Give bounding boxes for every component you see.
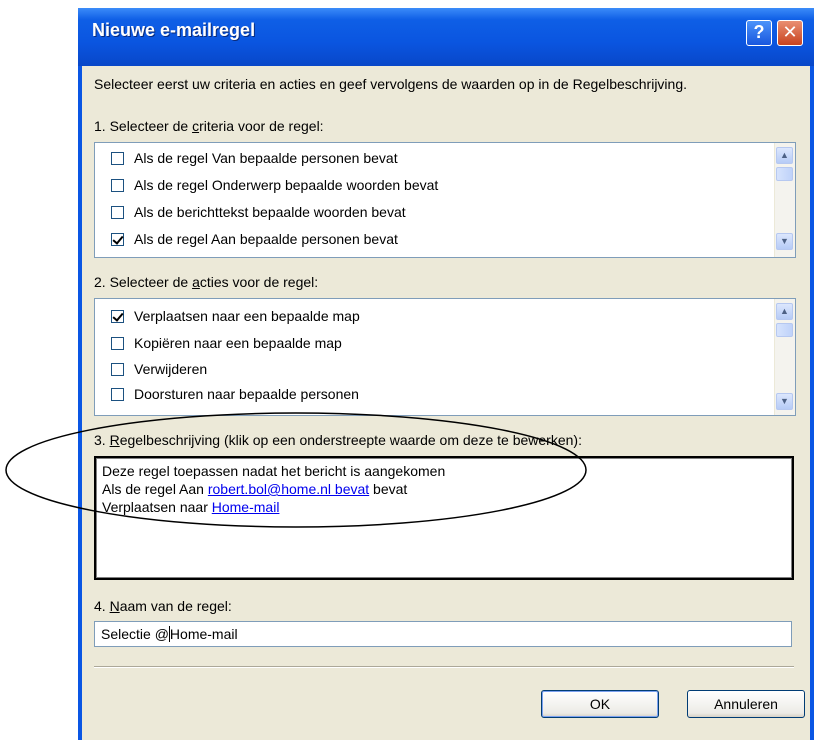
actions-checkbox-2[interactable] <box>111 362 124 376</box>
description-label-accel: R <box>109 432 120 448</box>
description-label-post: egelbeschrijving (klik op een onderstree… <box>119 432 582 448</box>
criteria-checkbox-2[interactable] <box>111 205 124 219</box>
description-line-3: Verplaatsen naar Home-mail <box>102 498 786 516</box>
description-line-2: Als de regel Aan robert.bol@home.nl beva… <box>102 480 786 498</box>
actions-label-accel: a <box>192 274 200 290</box>
actions-item-move-folder[interactable]: Verplaatsen naar een bepaalde map <box>111 305 360 327</box>
scroll-down-icon[interactable]: ▼ <box>776 233 793 250</box>
dialog-body: Selecteer eerst uw criteria en acties en… <box>82 66 810 740</box>
actions-label-post: cties voor de regel: <box>199 274 319 290</box>
rule-name-label-pre: 4. <box>94 598 110 614</box>
criteria-item-label: Als de regel Aan bepaalde personen bevat <box>134 231 398 247</box>
cancel-button[interactable]: Annuleren <box>687 690 805 718</box>
actions-item-forward[interactable]: Doorsturen naar bepaalde personen <box>111 383 359 405</box>
criteria-item-label: Als de regel Onderwerp bepaalde woorden … <box>134 177 439 193</box>
rule-name-value-post: Home-mail <box>169 626 238 642</box>
description-label-pre: 3. <box>94 432 110 448</box>
description-line2-post: bevat <box>369 481 408 497</box>
rule-name-input[interactable]: Selectie @Home-mail <box>94 621 792 647</box>
criteria-label: 1. Selecteer de criteria voor de regel: <box>94 118 324 134</box>
criteria-item-label: Als de regel Van bepaalde personen bevat <box>134 150 398 166</box>
ok-button[interactable]: OK <box>541 690 659 718</box>
criteria-list[interactable]: Als de regel Van bepaalde personen bevat… <box>94 142 796 258</box>
actions-checkbox-0[interactable] <box>111 309 124 323</box>
criteria-item-to-people[interactable]: Als de regel Aan bepaalde personen bevat <box>111 228 398 250</box>
actions-item-label: Kopiëren naar een bepaalde map <box>134 335 342 351</box>
actions-item-label: Verplaatsen naar een bepaalde map <box>134 308 360 324</box>
actions-label-pre: 2. Selecteer de <box>94 274 193 290</box>
criteria-item-body-words[interactable]: Als de berichttekst bepaalde woorden bev… <box>111 201 406 223</box>
help-button[interactable]: ? <box>746 20 772 46</box>
rule-name-label: 4. Naam van de regel: <box>94 598 232 614</box>
criteria-checkbox-0[interactable] <box>111 151 124 165</box>
actions-item-label: Doorsturen naar bepaalde personen <box>134 386 359 402</box>
dialog-window: Nieuwe e-mailregel ? ✕ Selecteer eerst u… <box>78 8 814 740</box>
close-button[interactable]: ✕ <box>777 20 803 46</box>
criteria-item-from-people[interactable]: Als de regel Van bepaalde personen bevat <box>111 147 398 169</box>
actions-list[interactable]: Verplaatsen naar een bepaalde map Kopiër… <box>94 298 796 416</box>
description-line-1: Deze regel toepassen nadat het bericht i… <box>102 463 446 479</box>
scroll-down-icon[interactable]: ▼ <box>776 393 793 410</box>
actions-item-label: Verwijderen <box>134 361 208 377</box>
description-line2-pre: Als de regel Aan <box>102 481 208 497</box>
description-label: 3. Regelbeschrijving (klik op een onders… <box>94 432 582 448</box>
actions-checkbox-3[interactable] <box>111 387 124 401</box>
actions-item-copy-folder[interactable]: Kopiëren naar een bepaalde map <box>111 332 342 354</box>
description-line3-pre: Verplaatsen naar <box>102 499 212 515</box>
criteria-item-subject-words[interactable]: Als de regel Onderwerp bepaalde woorden … <box>111 174 438 196</box>
scroll-up-icon[interactable]: ▲ <box>776 303 793 320</box>
criteria-checkbox-3[interactable] <box>111 232 124 246</box>
criteria-scrollbar[interactable]: ▲ ▼ <box>774 143 795 257</box>
rule-name-value-pre: Selectie @ <box>101 626 169 642</box>
recipient-link[interactable]: robert.bol@home.nl bevat <box>208 481 369 497</box>
criteria-label-accel: c <box>192 118 200 134</box>
actions-label: 2. Selecteer de acties voor de regel: <box>94 274 318 290</box>
folder-link[interactable]: Home-mail <box>212 499 280 515</box>
scroll-up-icon[interactable]: ▲ <box>776 147 793 164</box>
criteria-label-post: riteria voor de regel: <box>199 118 324 134</box>
rule-description-box: Deze regel toepassen nadat het bericht i… <box>94 456 794 580</box>
actions-checkbox-1[interactable] <box>111 336 124 350</box>
rule-name-label-post: aam van de regel: <box>119 598 232 614</box>
scroll-thumb[interactable] <box>776 167 793 181</box>
actions-item-delete[interactable]: Verwijderen <box>111 358 207 380</box>
rule-name-label-accel: N <box>109 598 120 614</box>
separator <box>94 666 794 668</box>
scroll-thumb[interactable] <box>776 323 793 337</box>
intro-text: Selecteer eerst uw criteria en acties en… <box>94 76 688 92</box>
dialog-title: Nieuwe e-mailregel <box>92 20 256 40</box>
actions-scrollbar[interactable]: ▲ ▼ <box>774 299 795 415</box>
criteria-label-pre: 1. Selecteer de <box>94 118 193 134</box>
criteria-item-label: Als de berichttekst bepaalde woorden bev… <box>134 204 406 220</box>
title-bar[interactable]: Nieuwe e-mailregel ? ✕ <box>78 8 814 66</box>
criteria-checkbox-1[interactable] <box>111 178 124 192</box>
